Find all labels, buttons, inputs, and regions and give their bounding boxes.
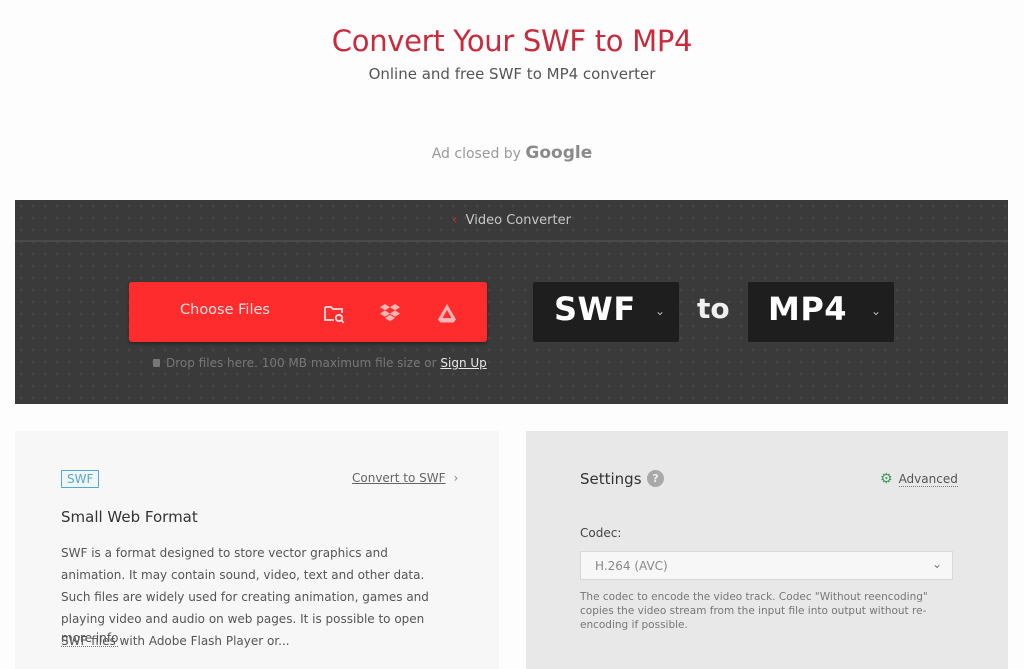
lock-icon [153, 359, 160, 367]
breadcrumb-label[interactable]: Video Converter [466, 213, 571, 228]
to-label: to [697, 292, 730, 325]
help-icon[interactable]: ? [647, 470, 664, 487]
format-info-panel: SWF Convert to SWF › Small Web Format SWF… [15, 431, 499, 669]
chevron-down-icon: ⌄ [871, 304, 882, 318]
codec-select[interactable]: H.264 (AVC) ⌄ [580, 551, 953, 580]
choose-files-button[interactable]: Choose Files [129, 282, 487, 342]
chevron-down-icon: ⌄ [655, 304, 666, 318]
drop-hint-text: Drop files here. 100 MB maximum file siz… [166, 356, 437, 370]
drop-hint: Drop files here. 100 MB maximum file siz… [153, 356, 487, 370]
ad-closed-notice: Ad closed by Google [0, 143, 1024, 163]
breadcrumb[interactable]: ‹ Video Converter [15, 200, 1008, 242]
page-subtitle: Online and free SWF to MP4 converter [368, 65, 656, 83]
dropbox-icon[interactable] [377, 300, 403, 326]
chevron-left-icon: ‹ [452, 212, 458, 228]
folder-search-icon[interactable] [321, 300, 347, 326]
ad-closed-text: Ad closed by [431, 146, 521, 162]
chevron-down-icon: ⌄ [931, 557, 942, 571]
settings-title: Settings [580, 470, 642, 488]
chevron-right-icon: › [453, 471, 459, 485]
target-format-select[interactable]: MP4 ⌄ [748, 282, 894, 342]
format-description: SWF is a format designed to store vector… [61, 546, 429, 648]
settings-panel: Settings ? ⚙ Advanced Codec: H.264 (AVC)… [526, 431, 1008, 669]
more-info-link[interactable]: more info [61, 630, 119, 647]
converter-panel: ‹ Video Converter Choose Files Drop file… [15, 200, 1008, 404]
advanced-settings-link[interactable]: ⚙ Advanced [880, 471, 958, 487]
source-format-value: SWF [554, 290, 636, 328]
codec-label: Codec: [580, 526, 622, 540]
google-drive-icon[interactable] [434, 300, 460, 326]
convert-to-swf-link[interactable]: Convert to SWF › [352, 471, 458, 485]
target-format-value: MP4 [768, 290, 848, 328]
page-title: Convert Your SWF to MP4 [331, 24, 693, 58]
format-badge: SWF [61, 470, 100, 488]
convert-to-swf-label: Convert to SWF [352, 471, 446, 485]
advanced-label: Advanced [898, 471, 958, 487]
google-logo: Google [525, 143, 593, 163]
sign-up-link[interactable]: Sign Up [440, 356, 486, 370]
source-format-select[interactable]: SWF ⌄ [533, 282, 679, 342]
codec-help-text: The codec to encode the video track. Cod… [580, 591, 928, 631]
choose-files-label: Choose Files [180, 302, 270, 318]
codec-value: H.264 (AVC) [595, 558, 668, 573]
format-full-name: Small Web Format [61, 508, 198, 526]
gear-icon: ⚙ [880, 471, 893, 487]
